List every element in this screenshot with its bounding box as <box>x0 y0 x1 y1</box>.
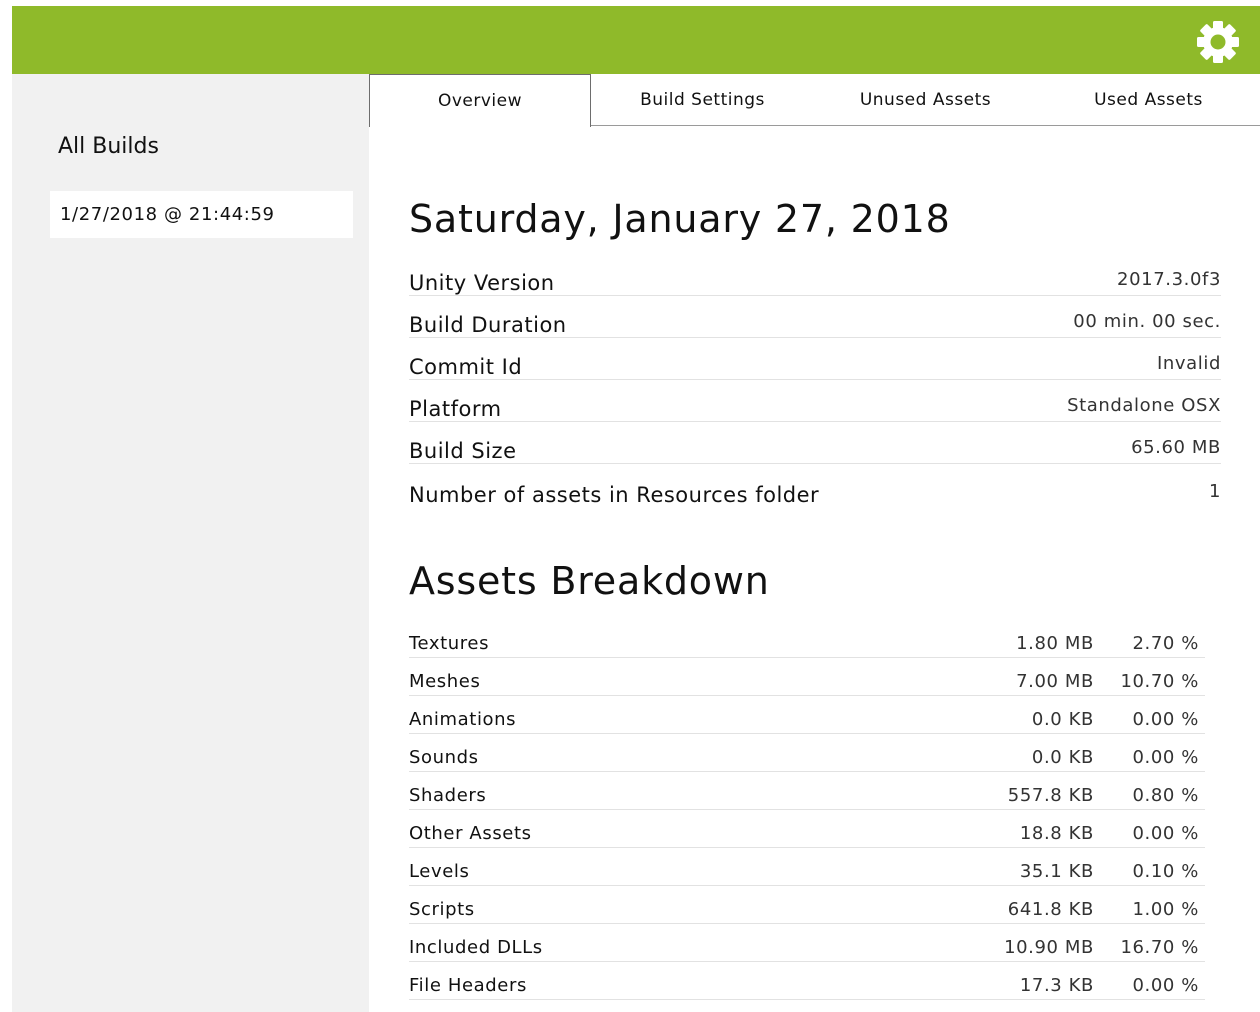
asset-size: 10.90 MB <box>1004 937 1094 958</box>
section-title-assets-breakdown: Assets Breakdown <box>409 559 770 603</box>
info-row-commit-id: Commit Id Invalid <box>409 338 1221 380</box>
table-row: Shaders 557.8 KB 0.80 % <box>409 772 1205 810</box>
info-label: Number of assets in Resources folder <box>409 483 820 507</box>
header-bar <box>12 6 1260 74</box>
info-label: Platform <box>409 397 502 421</box>
info-value: Invalid <box>1156 353 1221 374</box>
asset-size: 641.8 KB <box>1007 899 1094 920</box>
table-row: Sounds 0.0 KB 0.00 % <box>409 734 1205 772</box>
asset-percent: 0.00 % <box>1132 747 1199 768</box>
info-value: 00 min. 00 sec. <box>1073 311 1221 332</box>
info-label: Unity Version <box>409 271 555 295</box>
asset-size: 17.3 KB <box>1019 975 1094 996</box>
asset-size: 7.00 MB <box>1016 671 1094 692</box>
tab-overview[interactable]: Overview <box>369 74 591 127</box>
tab-unused-assets[interactable]: Unused Assets <box>814 74 1037 126</box>
tab-used-assets[interactable]: Used Assets <box>1037 74 1260 126</box>
info-label: Build Size <box>409 439 517 463</box>
asset-type: Animations <box>409 709 517 730</box>
asset-size: 557.8 KB <box>1007 785 1094 806</box>
asset-type: Meshes <box>409 671 481 692</box>
table-row: Animations 0.0 KB 0.00 % <box>409 696 1205 734</box>
info-row-resources-count: Number of assets in Resources folder 1 <box>409 465 1221 507</box>
asset-type: Shaders <box>409 785 487 806</box>
build-list-item[interactable]: 1/27/2018 @ 21:44:59 <box>50 191 353 238</box>
asset-size: 1.80 MB <box>1016 633 1094 654</box>
asset-percent: 2.70 % <box>1132 633 1199 654</box>
tab-build-settings[interactable]: Build Settings <box>591 74 814 126</box>
info-value: 2017.3.0f3 <box>1117 269 1221 290</box>
asset-percent: 0.00 % <box>1132 975 1199 996</box>
asset-percent: 1.00 % <box>1132 899 1199 920</box>
asset-size: 0.0 KB <box>1031 709 1094 730</box>
table-row: Meshes 7.00 MB 10.70 % <box>409 658 1205 696</box>
asset-percent: 0.00 % <box>1132 823 1199 844</box>
table-row: Included DLLs 10.90 MB 16.70 % <box>409 924 1205 962</box>
asset-type: Scripts <box>409 899 475 920</box>
page-title: Saturday, January 27, 2018 <box>409 197 951 241</box>
info-row-build-duration: Build Duration 00 min. 00 sec. <box>409 296 1221 338</box>
asset-size: 35.1 KB <box>1019 861 1094 882</box>
asset-percent: 0.10 % <box>1132 861 1199 882</box>
table-row: File Headers 17.3 KB 0.00 % <box>409 962 1205 1000</box>
gear-icon[interactable] <box>1194 18 1242 66</box>
table-row: Textures 1.80 MB 2.70 % <box>409 620 1205 658</box>
sidebar: All Builds 1/27/2018 @ 21:44:59 <box>12 74 369 1012</box>
info-label: Commit Id <box>409 355 523 379</box>
tab-bar: Overview Build Settings Unused Assets Us… <box>369 74 1260 127</box>
table-row: Other Assets 18.8 KB 0.00 % <box>409 810 1205 848</box>
info-row-platform: Platform Standalone OSX <box>409 380 1221 422</box>
sidebar-title: All Builds <box>58 134 159 159</box>
info-label: Build Duration <box>409 313 567 337</box>
asset-size: 0.0 KB <box>1031 747 1094 768</box>
asset-type: Included DLLs <box>409 937 543 958</box>
info-row-unity-version: Unity Version 2017.3.0f3 <box>409 254 1221 296</box>
info-value: Standalone OSX <box>1067 395 1221 416</box>
asset-percent: 0.00 % <box>1132 709 1199 730</box>
table-row: Scripts 641.8 KB 1.00 % <box>409 886 1205 924</box>
info-row-build-size: Build Size 65.60 MB <box>409 422 1221 464</box>
asset-percent: 0.80 % <box>1132 785 1199 806</box>
asset-type: File Headers <box>409 975 527 996</box>
asset-type: Other Assets <box>409 823 532 844</box>
asset-type: Levels <box>409 861 470 882</box>
info-value: 1 <box>1208 481 1221 502</box>
asset-type: Textures <box>409 633 490 654</box>
asset-size: 18.8 KB <box>1019 823 1094 844</box>
asset-percent: 16.70 % <box>1120 937 1199 958</box>
table-row: Levels 35.1 KB 0.10 % <box>409 848 1205 886</box>
asset-percent: 10.70 % <box>1120 671 1199 692</box>
info-value: 65.60 MB <box>1131 437 1221 458</box>
asset-type: Sounds <box>409 747 479 768</box>
